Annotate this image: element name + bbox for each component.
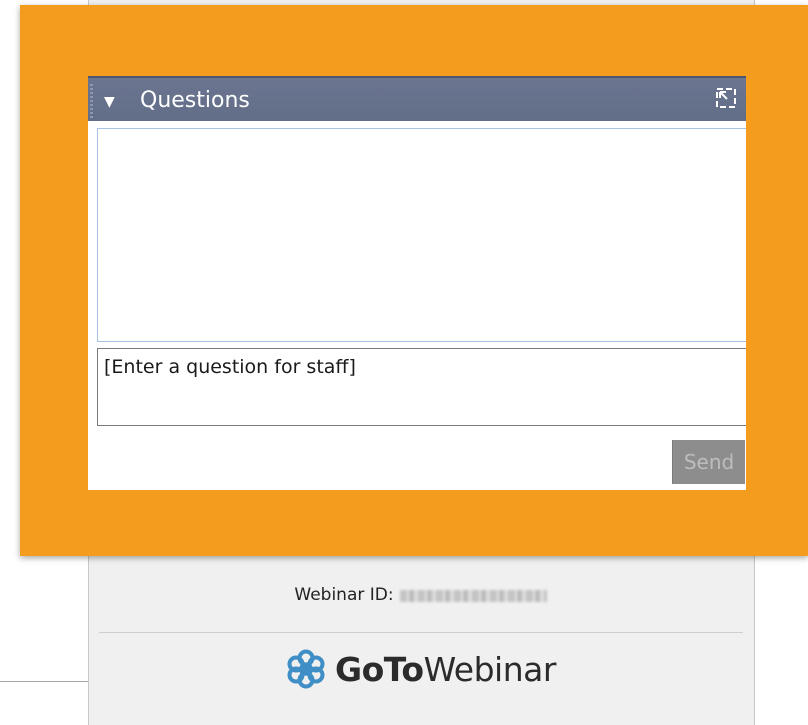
brand-footer: GoToWebinar (88, 646, 753, 692)
triangle-down-icon[interactable]: ▼ (104, 84, 115, 120)
questions-pane-header[interactable]: ▼ Questions (88, 76, 746, 121)
brand-name-light: Webinar (423, 649, 557, 689)
background-divider-line (0, 681, 88, 682)
webinar-id-row: Webinar ID: (88, 578, 753, 612)
pane-title: Questions (140, 88, 250, 113)
question-input[interactable]: [Enter a question for staff] (97, 348, 746, 426)
brand-name: GoToWebinar (335, 650, 556, 689)
drag-grip[interactable] (90, 84, 93, 118)
questions-log[interactable] (97, 128, 746, 342)
gotowebinar-logo-icon (285, 648, 327, 690)
popout-icon[interactable] (716, 88, 738, 110)
footer-divider (99, 632, 743, 633)
questions-pane: ▼ Questions [Enter a question for staff]… (88, 76, 746, 490)
webinar-id-label: Webinar ID: (294, 585, 394, 605)
send-button[interactable]: Send (672, 440, 745, 484)
webinar-id-value-redacted (399, 590, 547, 602)
brand-name-bold: GoTo (335, 649, 424, 689)
